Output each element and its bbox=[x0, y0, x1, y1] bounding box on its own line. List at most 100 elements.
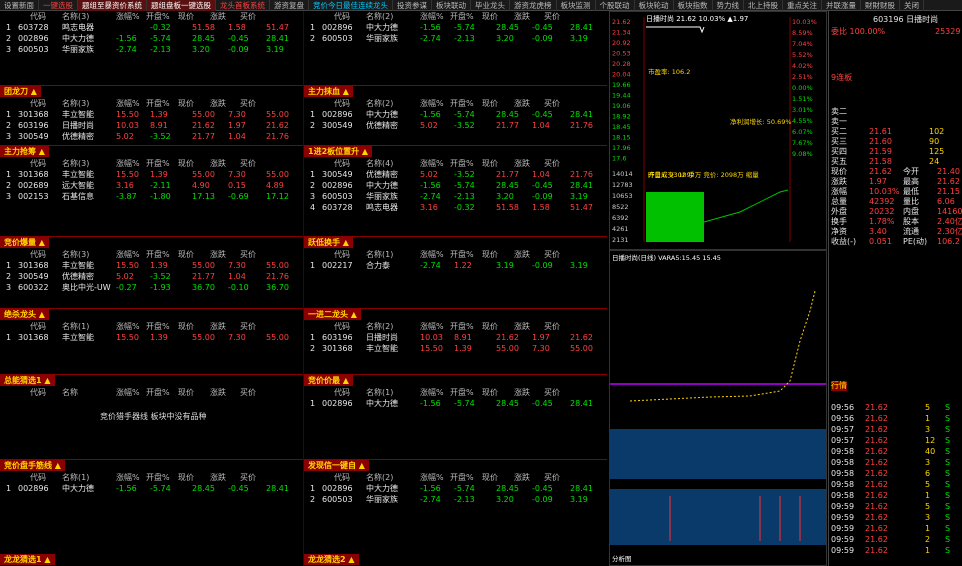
header-2[interactable]: 涨幅% bbox=[420, 158, 444, 169]
tab-2[interactable]: 题组至暴资价系统 bbox=[78, 0, 147, 11]
header-5[interactable]: 涨跌 bbox=[210, 98, 226, 109]
panel-title[interactable]: 1进2板位置升 ▲ bbox=[304, 146, 373, 157]
header-6[interactable]: 买价 bbox=[544, 472, 560, 483]
header-1[interactable]: 名称(3) bbox=[62, 11, 89, 22]
header-3[interactable]: 开盘% bbox=[146, 11, 170, 22]
header-2[interactable]: 涨幅% bbox=[116, 321, 140, 332]
panel-title[interactable]: 主力抹血 ▲ bbox=[304, 86, 353, 97]
header-3[interactable]: 开盘% bbox=[146, 249, 170, 260]
table-row[interactable]: 1 301368 丰立智能 15.50 1.39 55.00 7.30 55.00 bbox=[0, 169, 303, 180]
header-1[interactable]: 名称(3) bbox=[62, 158, 89, 169]
header-6[interactable]: 买价 bbox=[544, 249, 560, 260]
table-row[interactable]: 1 002896 中大力德 -1.56 -5.74 28.45 -0.45 28.41 bbox=[304, 22, 607, 33]
table-row[interactable]: 4 603728 鸣志电器 3.16 -0.32 51.58 1.58 51.47 bbox=[304, 202, 607, 213]
header-5[interactable]: 涨跌 bbox=[514, 472, 530, 483]
tab-17[interactable]: 重点关注 bbox=[783, 0, 822, 11]
header-0[interactable]: 代码 bbox=[30, 11, 46, 22]
header-1[interactable]: 名称(2) bbox=[366, 11, 393, 22]
header-6[interactable]: 买价 bbox=[544, 158, 560, 169]
header-1[interactable]: 名称(2) bbox=[366, 472, 393, 483]
table-row[interactable]: 1 301368 丰立智能 15.50 1.39 55.00 7.30 55.00 bbox=[0, 332, 303, 343]
header-2[interactable]: 涨幅% bbox=[420, 321, 444, 332]
tab-16[interactable]: 北上持股 bbox=[744, 0, 783, 11]
header-0[interactable]: 代码 bbox=[334, 249, 350, 260]
header-4[interactable]: 现价 bbox=[178, 321, 194, 332]
header-6[interactable]: 买价 bbox=[240, 158, 256, 169]
header-5[interactable]: 涨跌 bbox=[210, 158, 226, 169]
panel-title[interactable]: 竞价盘手筋线 ▲ bbox=[0, 460, 65, 471]
header-3[interactable]: 开盘% bbox=[450, 158, 474, 169]
panel-title[interactable]: 跃低换手 ▲ bbox=[304, 237, 353, 248]
header-0[interactable]: 代码 bbox=[334, 158, 350, 169]
table-row[interactable]: 2 002896 中大力德 -1.56 -5.74 28.45 -0.45 28.41 bbox=[0, 33, 303, 44]
header-4[interactable]: 现价 bbox=[178, 472, 194, 483]
header-4[interactable]: 现价 bbox=[178, 11, 194, 22]
header-2[interactable]: 涨幅% bbox=[420, 11, 444, 22]
header-6[interactable]: 买价 bbox=[240, 98, 256, 109]
header-1[interactable]: 名称(1) bbox=[62, 472, 89, 483]
table-row[interactable]: 1 301368 丰立智能 15.50 1.39 55.00 7.30 55.00 bbox=[0, 109, 303, 120]
table-row[interactable]: 1 002896 中大力德 -1.56 -5.74 28.45 -0.45 28.41 bbox=[0, 483, 303, 494]
header-4[interactable]: 现价 bbox=[482, 158, 498, 169]
tab-20[interactable]: 关闭 bbox=[900, 0, 924, 11]
header-2[interactable]: 涨幅% bbox=[420, 387, 444, 398]
tab-5[interactable]: 游资复盘 bbox=[270, 0, 309, 11]
header-3[interactable]: 开盘% bbox=[450, 11, 474, 22]
tab-18[interactable]: 并联涨量 bbox=[822, 0, 861, 11]
header-0[interactable]: 代码 bbox=[334, 472, 350, 483]
header-1[interactable]: 名称(1) bbox=[366, 387, 393, 398]
table-row[interactable]: 1 002896 中大力德 -1.56 -5.74 28.45 -0.45 28.41 bbox=[304, 398, 607, 409]
header-6[interactable]: 买价 bbox=[240, 11, 256, 22]
header-3[interactable]: 开盘% bbox=[146, 98, 170, 109]
header-3[interactable]: 开盘% bbox=[450, 472, 474, 483]
bottom-panel-2[interactable]: 龙龙猜选2 ▲ bbox=[304, 554, 359, 565]
header-1[interactable]: 名称 bbox=[62, 387, 78, 398]
header-2[interactable]: 涨幅% bbox=[116, 158, 140, 169]
tab-14[interactable]: 板块指数 bbox=[674, 0, 713, 11]
intraday-chart[interactable]: 日播时尚 21.62 10.03% ▲1.97 21.62 21.34 20.92 20… bbox=[609, 11, 827, 250]
tab-8[interactable]: 板块联动 bbox=[432, 0, 471, 11]
table-row[interactable]: 1 603196 日播时尚 10.03 8.91 21.62 1.97 21.62 bbox=[304, 332, 607, 343]
tab-12[interactable]: 个股联动 bbox=[596, 0, 635, 11]
header-6[interactable]: 买价 bbox=[240, 387, 256, 398]
header-2[interactable]: 涨幅% bbox=[420, 249, 444, 260]
header-4[interactable]: 现价 bbox=[482, 387, 498, 398]
header-0[interactable]: 代码 bbox=[334, 387, 350, 398]
header-3[interactable]: 开盘% bbox=[146, 321, 170, 332]
panel-title[interactable]: 主力抢筹 ▲ bbox=[0, 146, 49, 157]
header-2[interactable]: 涨幅% bbox=[116, 387, 140, 398]
table-row[interactable]: 2 603196 日播时尚 10.03 8.91 21.62 1.97 21.62 bbox=[0, 120, 303, 131]
header-0[interactable]: 代码 bbox=[30, 98, 46, 109]
header-4[interactable]: 现价 bbox=[482, 472, 498, 483]
tab-1[interactable]: 一键选股 bbox=[39, 0, 78, 11]
header-0[interactable]: 代码 bbox=[334, 321, 350, 332]
daily-chart[interactable]: 日播时尚(日线) VARA5:15.45 15.45 分析图 bbox=[609, 250, 827, 566]
header-0[interactable]: 代码 bbox=[334, 98, 350, 109]
header-5[interactable]: 涨跌 bbox=[210, 387, 226, 398]
header-5[interactable]: 涨跌 bbox=[210, 472, 226, 483]
header-0[interactable]: 代码 bbox=[30, 387, 46, 398]
header-6[interactable]: 买价 bbox=[240, 321, 256, 332]
panel-title[interactable]: 一进二龙头 ▲ bbox=[304, 309, 361, 320]
header-4[interactable]: 现价 bbox=[482, 249, 498, 260]
header-3[interactable]: 开盘% bbox=[146, 472, 170, 483]
table-row[interactable]: 2 002689 远大智能 3.16 -2.11 4.90 0.15 4.89 bbox=[0, 180, 303, 191]
header-6[interactable]: 买价 bbox=[544, 321, 560, 332]
header-5[interactable]: 涨跌 bbox=[514, 98, 530, 109]
header-3[interactable]: 开盘% bbox=[146, 387, 170, 398]
tab-9[interactable]: 毕业龙头 bbox=[471, 0, 510, 11]
header-5[interactable]: 涨跌 bbox=[514, 249, 530, 260]
header-6[interactable]: 买价 bbox=[544, 11, 560, 22]
header-4[interactable]: 现价 bbox=[482, 321, 498, 332]
header-1[interactable]: 名称(1) bbox=[366, 249, 393, 260]
header-1[interactable]: 名称(1) bbox=[62, 321, 89, 332]
ticks-tab[interactable]: 行情 bbox=[831, 381, 847, 391]
tab-15[interactable]: 势力线 bbox=[713, 0, 744, 11]
table-row[interactable]: 2 300549 优德精密 5.02 -3.52 21.77 1.04 21.76 bbox=[304, 120, 607, 131]
panel-title[interactable]: 发现信一键自 ▲ bbox=[304, 460, 369, 471]
header-0[interactable]: 代码 bbox=[30, 472, 46, 483]
header-6[interactable]: 买价 bbox=[544, 98, 560, 109]
header-3[interactable]: 开盘% bbox=[450, 98, 474, 109]
header-6[interactable]: 买价 bbox=[240, 472, 256, 483]
tab-10[interactable]: 游资龙虎榜 bbox=[510, 0, 557, 11]
